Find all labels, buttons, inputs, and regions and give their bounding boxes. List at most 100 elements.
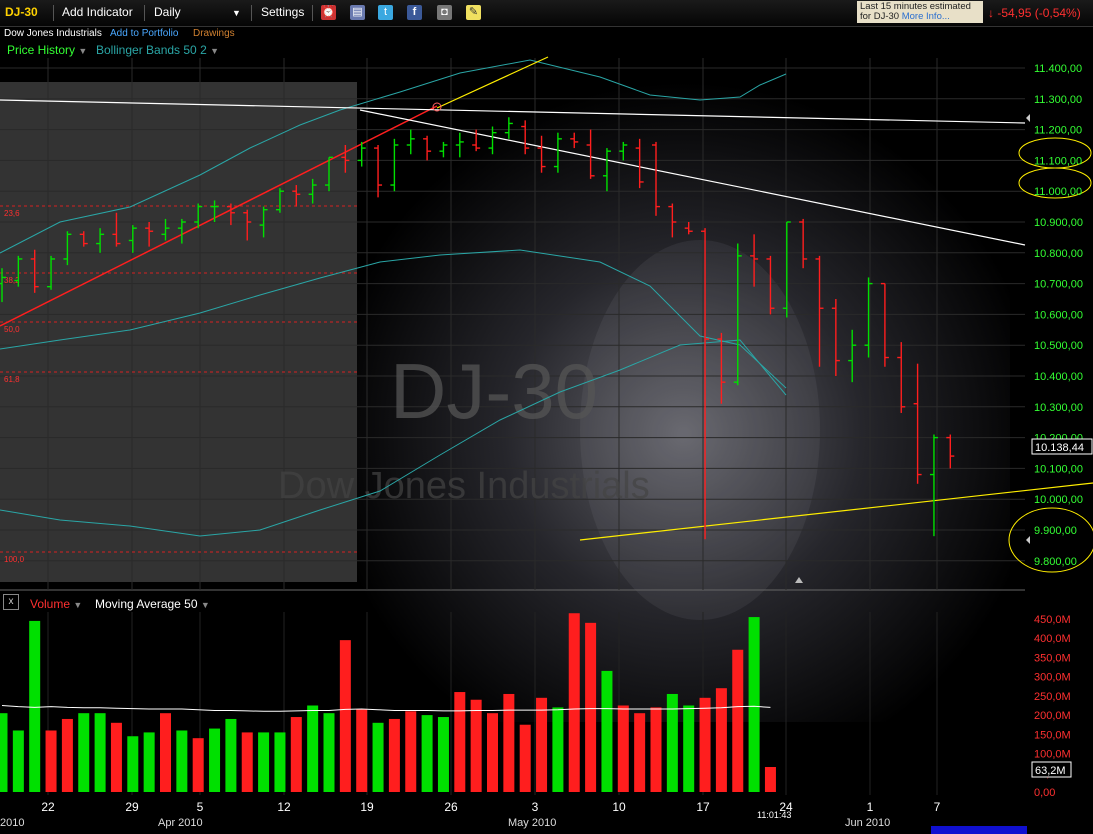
chevron-down-icon[interactable]: ▼ xyxy=(210,46,219,56)
background-figure-shape xyxy=(580,240,820,620)
note-icon[interactable]: ✎ xyxy=(466,5,481,20)
date-axis-label: 1 xyxy=(867,800,874,814)
volume-bar xyxy=(536,697,548,792)
volume-bar xyxy=(552,707,564,792)
divider xyxy=(144,5,145,21)
more-info-link[interactable]: More Info... xyxy=(902,11,950,22)
volume-bar xyxy=(274,732,286,792)
moving-average-label: Moving Average 50 xyxy=(95,597,198,611)
drawings-link[interactable]: Drawings xyxy=(193,28,235,39)
price-history-legend[interactable]: Price History ▼ xyxy=(7,43,87,57)
chevron-down-icon[interactable]: ▼ xyxy=(232,8,241,18)
volume-bar xyxy=(307,705,319,792)
date-axis-label: 17 xyxy=(696,800,710,814)
date-axis-label: 7 xyxy=(934,800,941,814)
volume-bar xyxy=(699,697,711,792)
estimate-notice: Last 15 minutes estimated for DJ-30 More… xyxy=(857,1,983,23)
add-to-portfolio-link[interactable]: Add to Portfolio xyxy=(110,28,178,39)
date-axis-label: 29 xyxy=(125,800,139,814)
date-axis-label: 19 xyxy=(360,800,374,814)
volume-bar xyxy=(176,730,188,792)
date-axis-label: 26 xyxy=(444,800,458,814)
volume-bar xyxy=(356,709,368,792)
divider xyxy=(53,5,54,21)
date-axis-label: 10 xyxy=(612,800,626,814)
price-axis-label: 10.300,00 xyxy=(1034,402,1083,414)
volume-bar xyxy=(715,688,727,792)
volume-bar xyxy=(405,711,417,792)
price-change-value: -54,95 (-0,54%) xyxy=(997,6,1081,20)
volume-bar xyxy=(617,705,629,792)
camera-icon[interactable]: ◘ xyxy=(437,5,452,20)
volume-bar xyxy=(601,670,613,792)
volume-bar xyxy=(323,713,335,792)
add-indicator-button[interactable]: Add Indicator xyxy=(62,5,133,19)
settings-button[interactable]: Settings xyxy=(261,5,304,19)
watermark-symbol: DJ-30 xyxy=(390,347,598,435)
symbol-field[interactable]: DJ-30 xyxy=(5,5,38,19)
divider xyxy=(251,5,252,21)
volume-axis-label: 350,0M xyxy=(1034,652,1071,664)
date-axis-label: 12 xyxy=(277,800,291,814)
fibonacci-level-label: 100,0 xyxy=(4,555,25,564)
price-axis-label: 10.100,00 xyxy=(1034,463,1083,475)
instrument-name: Dow Jones Industrials xyxy=(4,28,102,39)
price-axis-label: 9.900,00 xyxy=(1034,525,1077,537)
volume-bar xyxy=(487,713,498,792)
chevron-down-icon[interactable]: ▼ xyxy=(73,600,82,610)
volume-bar xyxy=(0,713,8,792)
price-axis-label: 10.900,00 xyxy=(1034,217,1083,229)
bollinger-legend[interactable]: Bollinger Bands 50 2 ▼ xyxy=(96,43,219,57)
volume-bar xyxy=(290,717,302,792)
price-axis-label: 11.000,00 xyxy=(1034,186,1082,198)
volume-bar xyxy=(192,738,204,792)
chart-canvas: 23,638,250,061,8100,0DJ-30Dow Jones Indu… xyxy=(0,56,1093,834)
month-axis-label: Apr 2010 xyxy=(158,817,203,829)
volume-label: Volume xyxy=(30,597,71,611)
volume-bar xyxy=(421,715,433,792)
volume-bar xyxy=(12,730,24,792)
volume-bar xyxy=(45,730,57,792)
interval-select[interactable]: Daily xyxy=(154,5,181,19)
price-axis-label: 11.200,00 xyxy=(1034,125,1082,137)
volume-bar xyxy=(61,718,73,792)
volume-bar xyxy=(585,622,597,792)
volume-bar xyxy=(748,617,760,792)
facebook-icon[interactable]: f xyxy=(407,5,422,20)
watermark-name: Dow Jones Industrials xyxy=(278,465,650,507)
volume-axis-label: 200,0M xyxy=(1034,710,1071,722)
axis-marker-icon xyxy=(1026,114,1030,122)
close-icon[interactable]: x xyxy=(3,594,19,610)
volume-bar xyxy=(470,699,482,792)
volume-bar xyxy=(732,649,744,792)
volume-axis-label: 0,00 xyxy=(1034,787,1055,799)
alarm-clock-icon[interactable]: ⏰ xyxy=(321,5,336,20)
volume-bar xyxy=(519,724,531,792)
volume-legend[interactable]: Volume ▼ xyxy=(30,597,82,611)
fibonacci-level-label: 61,8 xyxy=(4,375,20,384)
calculator-icon[interactable]: ▤ xyxy=(350,5,365,20)
chevron-down-icon[interactable]: ▼ xyxy=(201,600,210,610)
scroll-thumb xyxy=(931,826,1027,834)
price-history-label: Price History xyxy=(7,43,76,57)
chevron-down-icon[interactable]: ▼ xyxy=(78,46,87,56)
month-axis-label: May 2010 xyxy=(508,817,556,829)
price-axis-label: 10.500,00 xyxy=(1034,340,1083,352)
fibonacci-level-label: 23,6 xyxy=(4,209,20,218)
volume-bar xyxy=(764,767,776,792)
month-axis-label: Jun 2010 xyxy=(845,817,890,829)
time-label: 11:01:43 xyxy=(757,810,791,820)
volume-axis-label: 450,0M xyxy=(1034,614,1071,626)
volume-bar xyxy=(160,713,171,792)
volume-bar xyxy=(29,620,41,792)
volume-bar xyxy=(143,732,155,792)
volume-bar xyxy=(225,718,237,792)
volume-bar xyxy=(503,693,515,792)
twitter-icon[interactable]: t xyxy=(378,5,393,20)
moving-average-legend[interactable]: Moving Average 50 ▼ xyxy=(95,597,210,611)
volume-bar xyxy=(94,713,106,792)
volume-bar xyxy=(634,713,646,792)
last-volume-label: 63,2M xyxy=(1035,765,1066,777)
volume-bar xyxy=(110,722,122,792)
volume-bar xyxy=(209,728,221,792)
